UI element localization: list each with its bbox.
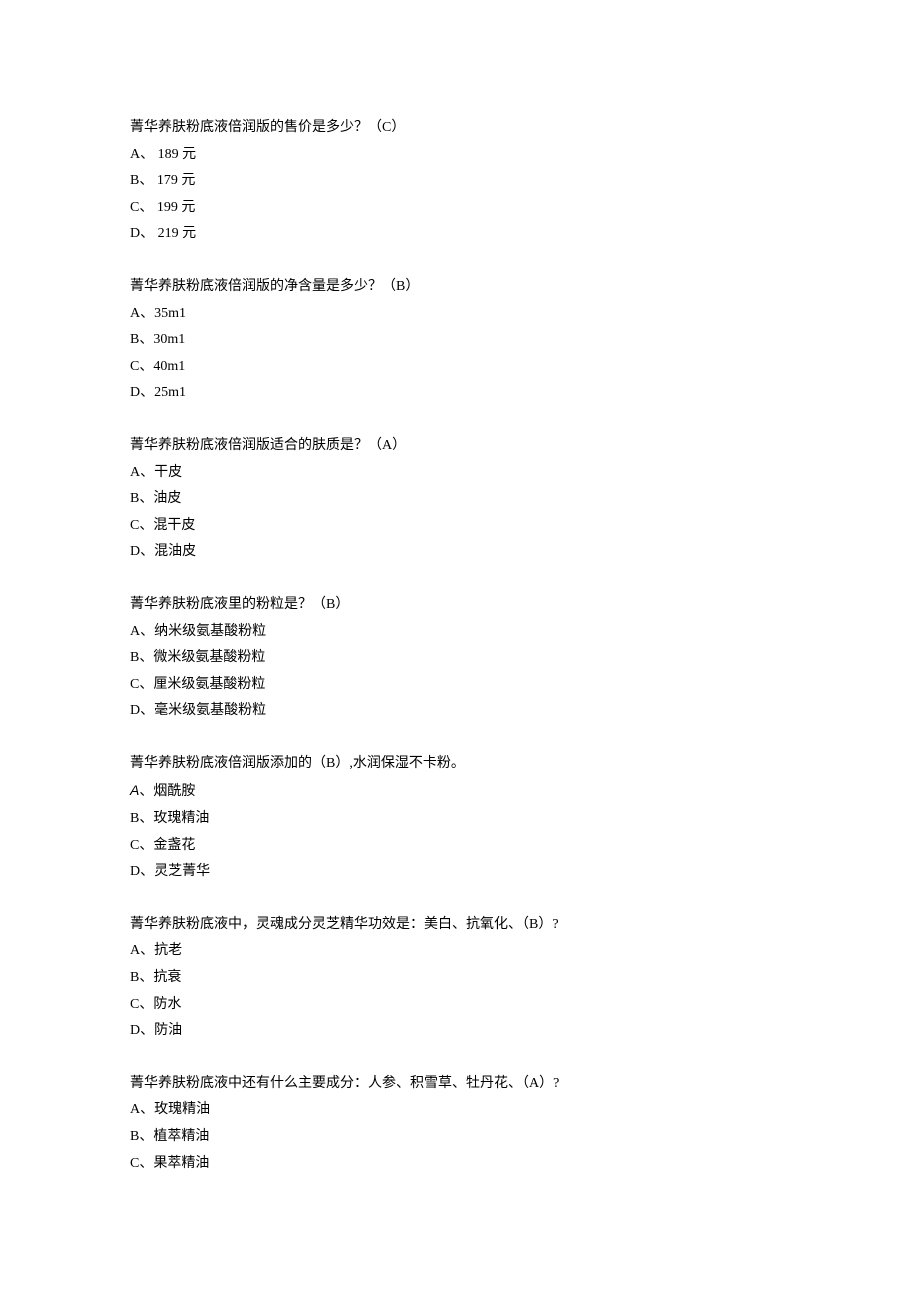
option-b: B、微米级氨基酸粉粒	[130, 645, 790, 672]
question-text: 菁华养肤粉底液里的粉粒是？（B）	[130, 592, 790, 619]
question-block: 菁华养肤粉底液倍润版的净含量是多少？（B） A、35m1 B、30m1 C、40…	[130, 274, 790, 407]
option-a: A、烟酰胺	[130, 777, 790, 806]
option-a: A、干皮	[130, 460, 790, 487]
option-c: C、金盏花	[130, 833, 790, 860]
option-d: D、 219 元	[130, 221, 790, 248]
option-b: B、 179 元	[130, 168, 790, 195]
question-text: 菁华养肤粉底液倍润版的净含量是多少？（B）	[130, 274, 790, 301]
option-b: B、油皮	[130, 486, 790, 513]
question-block: 菁华养肤粉底液里的粉粒是？（B） A、纳米级氨基酸粉粒 B、微米级氨基酸粉粒 C…	[130, 592, 790, 725]
question-block: 菁华养肤粉底液倍润版适合的肤质是？（A） A、干皮 B、油皮 C、混干皮 D、混…	[130, 433, 790, 566]
option-d: D、混油皮	[130, 539, 790, 566]
option-a: A、抗老	[130, 938, 790, 965]
option-c: C、果萃精油	[130, 1151, 790, 1178]
option-d: D、防油	[130, 1018, 790, 1045]
option-d: D、25m1	[130, 380, 790, 407]
question-text: 菁华养肤粉底液中还有什么主要成分：人参、积雪草、牡丹花、（A）?	[130, 1071, 790, 1098]
option-c: C、40m1	[130, 354, 790, 381]
option-c: C、防水	[130, 992, 790, 1019]
question-text: 菁华养肤粉底液倍润版适合的肤质是？（A）	[130, 433, 790, 460]
question-block: 菁华养肤粉底液倍润版添加的（B）,水润保湿不卡粉。 A、烟酰胺 B、玫瑰精油 C…	[130, 751, 790, 886]
option-a-text: 、烟酰胺	[139, 784, 195, 799]
option-c: C、混干皮	[130, 513, 790, 540]
option-d: D、灵芝菁华	[130, 859, 790, 886]
question-text: 菁华养肤粉底液倍润版添加的（B）,水润保湿不卡粉。	[130, 751, 790, 778]
question-text: 菁华养肤粉底液倍润版的售价是多少？（C）	[130, 115, 790, 142]
option-b: B、植萃精油	[130, 1124, 790, 1151]
question-block: 菁华养肤粉底液中还有什么主要成分：人参、积雪草、牡丹花、（A）? A、玫瑰精油 …	[130, 1071, 790, 1177]
option-c: C、 199 元	[130, 195, 790, 222]
option-a: A、35m1	[130, 301, 790, 328]
option-a: A、玫瑰精油	[130, 1097, 790, 1124]
option-a: A、 189 元	[130, 142, 790, 169]
option-c: C、厘米级氨基酸粉粒	[130, 672, 790, 699]
option-b: B、玫瑰精油	[130, 806, 790, 833]
document-content: 菁华养肤粉底液倍润版的售价是多少？（C） A、 189 元 B、 179 元 C…	[130, 115, 790, 1177]
option-b: B、抗衰	[130, 965, 790, 992]
question-text: 菁华养肤粉底液中，灵魂成分灵芝精华功效是：美白、抗氧化、（B）?	[130, 912, 790, 939]
option-a: A、纳米级氨基酸粉粒	[130, 619, 790, 646]
option-b: B、30m1	[130, 327, 790, 354]
question-block: 菁华养肤粉底液倍润版的售价是多少？（C） A、 189 元 B、 179 元 C…	[130, 115, 790, 248]
question-block: 菁华养肤粉底液中，灵魂成分灵芝精华功效是：美白、抗氧化、（B）? A、抗老 B、…	[130, 912, 790, 1045]
option-d: D、毫米级氨基酸粉粒	[130, 698, 790, 725]
